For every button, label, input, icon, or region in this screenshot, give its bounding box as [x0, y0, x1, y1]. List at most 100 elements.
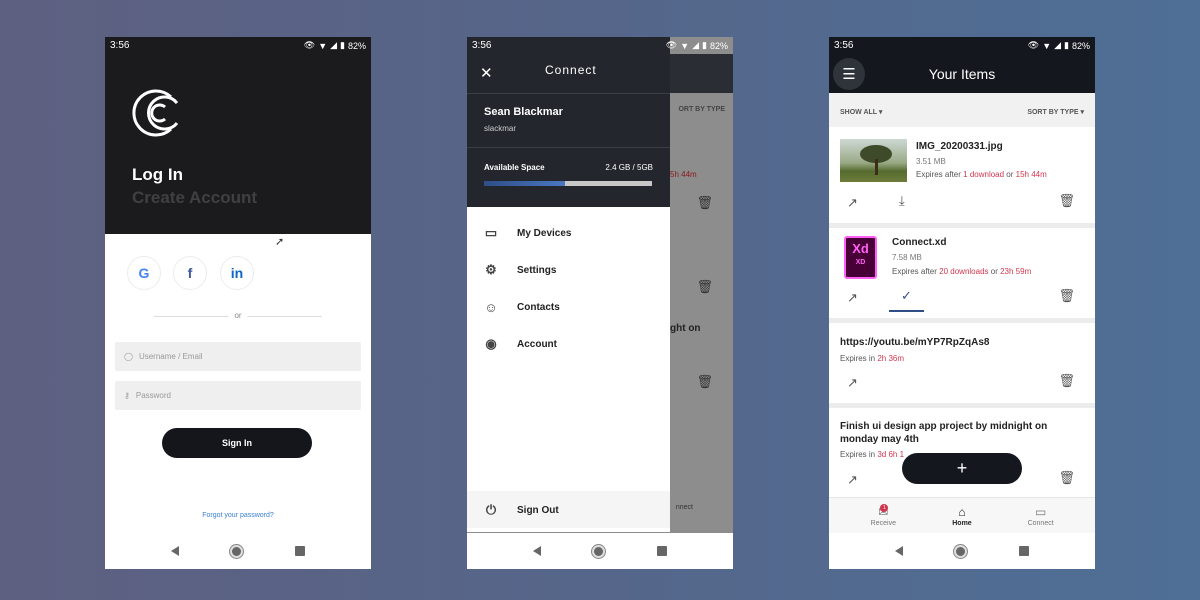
sort-dropdown[interactable]: SORT BY TYPE ▾ — [1027, 108, 1084, 116]
trash-icon[interactable]: 🗑 — [1058, 470, 1075, 486]
space-progress-fill — [484, 181, 565, 186]
password-placeholder: Password — [135, 391, 171, 400]
signal-icon: ◢ — [1054, 40, 1062, 50]
item-note: Finish ui design app project by midnight… — [840, 421, 1048, 445]
share-icon[interactable]: ↗ — [847, 472, 858, 488]
trash-icon[interactable]: 🗑 — [1058, 373, 1075, 389]
tab-receive[interactable]: ✉ 1 Receive — [853, 498, 913, 533]
downloaded-indicator — [889, 310, 924, 312]
forgot-password-link[interactable]: Forgot your password? — [105, 512, 371, 519]
tab-home[interactable]: ⌂ Home — [932, 498, 992, 533]
google-login-button[interactable]: G — [127, 256, 161, 290]
item-name: IMG_20200331.jpg — [916, 141, 1003, 152]
items-screen: ☰ Your Items 3:56 👁 ▼ ◢ ▮ 82% SHOW ALL ▾… — [829, 37, 1095, 569]
recent-apps-icon[interactable] — [657, 546, 668, 556]
sign-out-row[interactable]: ⏻ Sign Out — [467, 491, 670, 528]
share-icon[interactable]: ↗ — [847, 375, 858, 391]
signal-icon: ◢ — [692, 40, 700, 50]
item-expiry: Expires after 20 downloads or 23h 59m — [892, 267, 1032, 276]
download-icon[interactable]: ⤓ — [899, 193, 905, 209]
show-all-dropdown[interactable]: SHOW ALL ▾ — [840, 108, 882, 116]
android-nav-bar — [105, 533, 371, 569]
home-icon[interactable] — [230, 544, 244, 558]
bottom-tab-bar: ✉ 1 Receive ⌂ Home ▭ Connect — [829, 497, 1095, 533]
add-item-button[interactable]: + — [902, 453, 1022, 484]
space-label: Available Space — [484, 163, 545, 172]
item-card[interactable]: https://youtu.be/mYP7RpZqAs8 Expires in … — [829, 323, 1095, 403]
menu-item-contacts[interactable]: ☺ Contacts — [483, 299, 560, 315]
bg-sort-label: ORT BY TYPE — [678, 106, 725, 113]
xd-file-icon: Xd XD — [844, 236, 877, 279]
menu-item-account[interactable]: ◉ Account — [483, 336, 557, 352]
menu-label: Account — [517, 338, 557, 350]
back-icon[interactable] — [170, 546, 179, 556]
status-time: 3:56 — [110, 40, 130, 51]
monitor-icon: ▭ — [1034, 504, 1047, 519]
recent-apps-icon[interactable] — [295, 546, 306, 556]
item-name: Connect.xd — [892, 237, 947, 248]
share-icon[interactable]: ↗ — [847, 290, 858, 306]
item-card[interactable]: IMG_20200331.jpg 3.51 MB Expires after 1… — [829, 127, 1095, 223]
item-expiry: Expires after 1 download or 15h 44m — [916, 170, 1047, 179]
sign-in-button[interactable]: Sign In — [162, 428, 312, 458]
item-expiry: Expires in 2h 36m — [840, 354, 905, 363]
trash-icon[interactable]: 🗑 — [1058, 193, 1075, 209]
wifi-icon: ▼ — [680, 40, 690, 51]
username-field[interactable]: ◯ Username / Email — [115, 342, 361, 371]
item-link[interactable]: https://youtu.be/mYP7RpZqAs8 — [840, 337, 989, 348]
password-field[interactable]: ⚷ Password — [115, 381, 361, 410]
bg-expiry: 5h 44m — [670, 170, 697, 179]
sign-out-button[interactable]: ⏻ Sign Out — [483, 502, 559, 518]
page-title: Your Items — [928, 66, 996, 82]
key-icon: ⚷ — [124, 391, 130, 400]
user-handle: slackmar — [484, 124, 517, 133]
gear-icon: ⚙ — [485, 262, 497, 277]
linkedin-login-button[interactable]: in — [220, 256, 254, 290]
back-icon[interactable] — [532, 546, 541, 556]
status-bar: 3:56 👁 ▼ ◢ ▮ 82% — [467, 37, 733, 54]
bg-item-text: ght on — [670, 323, 701, 334]
space-value: 2.4 GB / 5GB — [605, 163, 653, 172]
login-title[interactable]: Log In — [132, 165, 183, 185]
android-nav-bar — [829, 533, 1095, 569]
item-size: 7.58 MB — [892, 253, 922, 262]
close-icon[interactable]: ✕ — [480, 64, 493, 82]
status-time: 3:56 — [472, 40, 492, 51]
drawer-logo: Connect — [545, 63, 597, 77]
tab-connect[interactable]: ▭ Connect — [1011, 498, 1071, 533]
item-size: 3.51 MB — [916, 157, 946, 166]
create-account-link[interactable]: Create Account — [132, 188, 257, 208]
filter-bar: SHOW ALL ▾ SORT BY TYPE ▾ — [829, 93, 1095, 127]
bg-trash-icon: 🗑 — [696, 195, 713, 210]
eye-icon: 👁 — [303, 40, 316, 50]
battery-level: 82% — [347, 40, 366, 51]
bg-trash-icon: 🗑 — [696, 374, 713, 389]
nav-drawer: ✕ Connect Sean Blackmar slackmar Availab… — [467, 37, 670, 532]
battery-level: 82% — [1071, 40, 1090, 51]
user-icon: ◯ — [124, 352, 133, 361]
or-text: or — [228, 311, 248, 320]
status-bar: 3:56 👁 ▼ ◢ ▮ 82% — [105, 37, 371, 54]
cursor-icon: ➚ — [275, 236, 285, 248]
status-bar: 3:56 👁 ▼ ◢ ▮ 82% — [829, 37, 1095, 54]
menu-item-settings[interactable]: ⚙ Settings — [483, 262, 556, 278]
facebook-login-button[interactable]: f — [173, 256, 207, 290]
battery-level: 82% — [709, 40, 728, 51]
login-screen: 3:56 👁 ▼ ◢ ▮ 82% Log In Create Account ➚… — [105, 37, 371, 569]
menu-item-my-devices[interactable]: ▭ My Devices — [483, 225, 572, 241]
item-card[interactable]: Xd XD Connect.xd 7.58 MB Expires after 20… — [829, 228, 1095, 318]
menu-label: Contacts — [517, 301, 560, 313]
connect-logo-icon — [132, 89, 179, 137]
checkmark-icon[interactable]: ✓ — [901, 288, 912, 304]
space-progress-bar — [484, 181, 652, 186]
image-thumbnail — [840, 139, 907, 182]
home-icon[interactable] — [592, 544, 606, 558]
menu-label: Settings — [517, 264, 557, 276]
share-icon[interactable]: ↗ — [847, 195, 858, 211]
eye-icon: 👁 — [1027, 40, 1040, 50]
menu-label: My Devices — [517, 227, 572, 239]
recent-apps-icon[interactable] — [1019, 546, 1030, 556]
trash-icon[interactable]: 🗑 — [1058, 288, 1075, 304]
home-icon[interactable] — [954, 544, 968, 558]
back-icon[interactable] — [894, 546, 903, 556]
